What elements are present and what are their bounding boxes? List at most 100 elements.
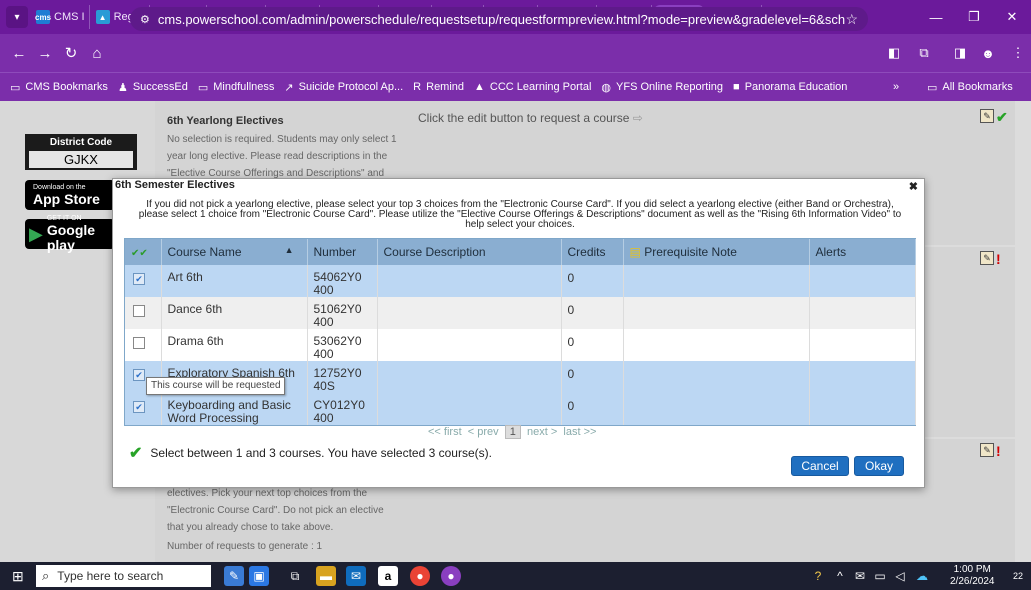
pager-first[interactable]: << first (428, 426, 462, 438)
side-panel-icon[interactable]: ◨ (950, 43, 970, 63)
google-play-icon: ▶ (29, 223, 43, 244)
bookmark-label: Mindfullness (213, 81, 275, 93)
pager-prev[interactable]: < prev (468, 426, 499, 438)
alerts-header[interactable]: Alerts (809, 239, 916, 265)
cancel-button[interactable]: Cancel (791, 456, 849, 476)
course-row[interactable]: Dance 6th 51062Y0 400 0 (125, 297, 916, 329)
course-number-cell: 54062Y0 400 (307, 265, 378, 297)
extensions-puzzle-icon[interactable]: ⧉ (914, 43, 934, 63)
amazon-icon[interactable]: a (378, 566, 398, 586)
course-checkbox[interactable]: ✔ (133, 401, 145, 413)
back-icon[interactable]: ← (6, 45, 32, 62)
close-window-button[interactable]: ✕ (993, 0, 1031, 34)
credits-cell: 0 (561, 329, 624, 361)
address-bar[interactable]: ⚙ cms.powerschool.com/admin/powerschedul… (130, 7, 868, 31)
bookmark-item[interactable]: R Remind (413, 81, 464, 93)
triangle-icon: ▲ (95, 10, 110, 24)
edit-hint: Click the edit button to request a cours… (418, 111, 643, 125)
clock[interactable]: 1:00 PM 2/26/2024 (950, 564, 995, 588)
course-checkbox[interactable]: ✔ (133, 369, 145, 381)
sort-asc-icon: ▲ (284, 245, 294, 255)
windows-start-icon[interactable]: ⊞ (12, 568, 24, 585)
tab-label: CMS I (54, 11, 85, 23)
edit-pencil-icon[interactable]: ✎ (980, 443, 994, 457)
more-bookmarks-icon[interactable]: » (893, 81, 899, 93)
network-icon[interactable]: ▭ (870, 566, 890, 586)
select-all-header[interactable]: ✔✔ (125, 239, 162, 265)
bookmark-item[interactable]: ♟ SuccessEd (118, 81, 188, 94)
course-number: 51062Y0 400 (314, 303, 377, 329)
help-icon[interactable]: ? (808, 566, 828, 586)
google-play-badge[interactable]: ▶ GET IT ON Google play (25, 215, 115, 253)
prereq-header[interactable]: ▤ Prerequisite Note (623, 239, 810, 265)
alerts-cell (809, 297, 916, 329)
bookmark-item[interactable]: ▭ CMS Bookmarks (10, 81, 108, 94)
course-number-line: 400 (313, 315, 334, 329)
okay-button[interactable]: Okay (854, 456, 904, 476)
additional-electives-line: "Electronic Course Card". Do not pick an… (167, 505, 384, 516)
bookmark-item[interactable]: ■ Panorama Education (733, 81, 847, 93)
reload-icon[interactable]: ↻ (58, 44, 84, 62)
file-explorer-icon[interactable]: ▬ (316, 566, 336, 586)
app-store-badge[interactable]: Download on the App Store (25, 180, 115, 210)
bookmark-item[interactable]: ◍ YFS Online Reporting (601, 81, 723, 94)
prereq-cell (623, 265, 810, 297)
course-number-cell: 12752Y0 40S (307, 361, 378, 393)
notification-icon[interactable]: 22 (1008, 566, 1028, 586)
volume-icon[interactable]: ◁ (890, 566, 910, 586)
course-description-cell (377, 361, 562, 393)
site-info-icon[interactable]: ⚙ (140, 13, 150, 26)
outlook-icon[interactable]: ✉ (346, 566, 366, 586)
course-row[interactable]: Drama 6th 53062Y0 400 0 (125, 329, 916, 361)
taskbar-search[interactable]: ⌕ Type here to search (36, 565, 211, 587)
bookmark-item[interactable]: ▲ CCC Learning Portal (474, 81, 591, 93)
bookmark-star-icon[interactable]: ☆ (845, 11, 858, 28)
edit-pencil-icon[interactable]: ✎ (980, 109, 994, 123)
course-row[interactable]: ✔ Keyboarding and Basic Word Processing CY… (125, 393, 916, 425)
tab-search-icon[interactable]: ▾ (6, 6, 28, 28)
url-text[interactable]: cms.powerschool.com/admin/powerschedule/… (158, 12, 846, 27)
menu-icon[interactable]: ⋮ (1008, 43, 1028, 63)
tab[interactable]: cms CMS I (32, 5, 90, 29)
globe-icon: ◍ (601, 81, 612, 94)
description-header[interactable]: Course Description (377, 239, 562, 265)
credits: 0 (567, 271, 575, 285)
cms-icon: cms (35, 10, 51, 24)
bookmark-item[interactable]: ▭ Mindfullness (198, 81, 275, 94)
close-icon[interactable]: ✖ (909, 180, 918, 193)
course-checkbox[interactable]: ✔ (133, 273, 145, 285)
chrome-icon[interactable]: ● (410, 566, 430, 586)
pinned-app-icon[interactable]: ✎ (224, 566, 244, 586)
yearlong-electives-text: No selection is required. Students may o… (167, 134, 397, 179)
course-row[interactable]: ✔ Art 6th 54062Y0 400 0 (125, 265, 916, 297)
edit-pencil-icon[interactable]: ✎ (980, 251, 994, 265)
chrome-profile-icon[interactable]: ● (441, 566, 461, 586)
incomplete-alert-icon: ! (996, 251, 1001, 267)
bookmark-item[interactable]: ↗ Suicide Protocol Ap... (284, 81, 403, 94)
all-bookmarks[interactable]: ▭ All Bookmarks (927, 81, 1013, 94)
pager-next[interactable]: next > (527, 426, 557, 438)
credits-header[interactable]: Credits (561, 239, 624, 265)
bookmark-label: YFS Online Reporting (616, 81, 724, 93)
course-checkbox[interactable] (133, 337, 145, 349)
credits: 0 (567, 367, 575, 381)
extension-icon[interactable]: ◧ (884, 43, 904, 63)
task-view-icon[interactable]: ⧉ (285, 566, 305, 586)
semester-status: ✎ ! (980, 251, 1001, 267)
course-checkbox[interactable] (133, 305, 145, 317)
course-number: CY012Y0 400 (314, 399, 377, 425)
pinned-app-icon[interactable]: ▣ (249, 566, 269, 586)
select-cell: ✔ (125, 265, 162, 297)
chevron-up-icon[interactable]: ^ (830, 566, 850, 586)
pager-last[interactable]: last >> (563, 426, 596, 438)
course-name: Drama 6th (167, 334, 224, 348)
forward-icon[interactable]: → (32, 45, 58, 62)
number-header[interactable]: Number (307, 239, 378, 265)
profile-avatar-icon[interactable]: ☻ (978, 43, 998, 63)
cloud-icon[interactable]: ☁ (912, 566, 932, 586)
restore-button[interactable]: ❐ (955, 0, 993, 34)
course-name-header[interactable]: Course Name ▲ (161, 239, 308, 265)
minimize-button[interactable]: — (917, 0, 955, 34)
home-icon[interactable]: ⌂ (84, 45, 110, 62)
mail-icon[interactable]: ✉ (850, 566, 870, 586)
